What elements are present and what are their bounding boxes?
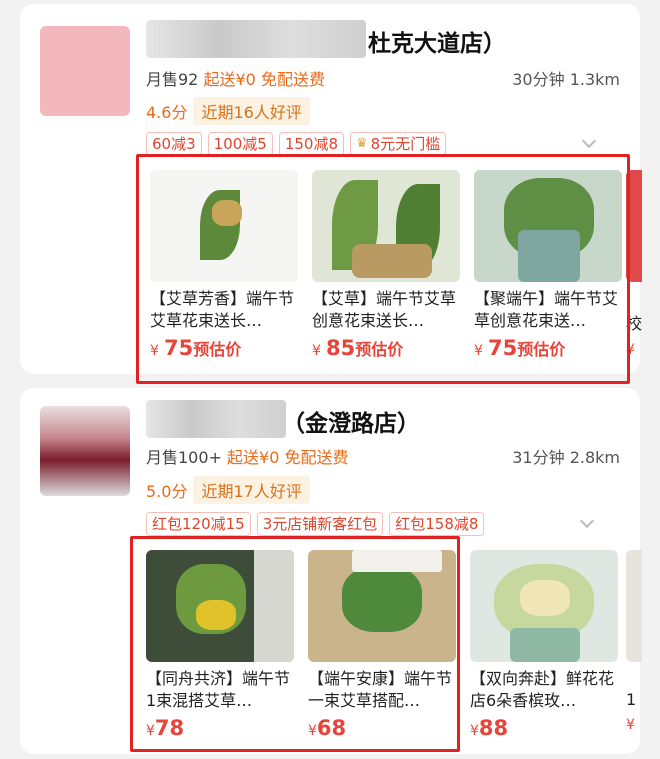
highlight-box <box>130 536 460 752</box>
store-meta: 月售92 起送¥0 免配送费 <box>146 66 325 90</box>
store-logo[interactable] <box>40 406 130 496</box>
promo-tag: 150减8 <box>278 132 345 156</box>
chevron-down-icon[interactable] <box>579 513 595 529</box>
promo-tag: 红包158减8 <box>389 512 485 536</box>
store-meta: 月售100+ 起送¥0 免配送费 <box>146 444 349 468</box>
coupon-tag: ♛ 8元无门槛 <box>350 132 447 156</box>
blurred-store-name <box>146 20 366 58</box>
promo-tag: 60减3 <box>146 132 202 156</box>
promo-tag: 3元店铺新客红包 <box>256 512 384 536</box>
monthly-sales: 月售100+ <box>146 448 222 467</box>
delivery-fee: 免配送费 <box>260 70 325 89</box>
product-image <box>470 550 618 662</box>
delivery-fee: 免配送费 <box>284 448 349 467</box>
promo-tags: 60减3 100减5 150减8 ♛ 8元无门槛 <box>146 132 447 156</box>
rating-score: 4.6分 <box>146 103 188 122</box>
crown-icon: ♛ <box>356 136 368 151</box>
promo-tags: 红包120减15 3元店铺新客红包 红包158减8 <box>146 512 485 536</box>
product-title: 【双向奔赴】鲜花花店6朵香槟玫… <box>470 669 615 710</box>
store-name[interactable]: （金澄路店） <box>282 404 420 438</box>
min-order: 起送¥0 <box>203 70 256 89</box>
product-price: ¥88 <box>470 716 509 740</box>
rating-score: 5.0分 <box>146 482 188 501</box>
chevron-down-icon[interactable] <box>581 133 597 149</box>
promo-tag: 100减5 <box>207 132 273 156</box>
time-distance: 30分钟 1.3km <box>512 70 620 89</box>
highlight-box <box>136 154 630 384</box>
store-logo[interactable] <box>40 26 130 116</box>
store-rating: 5.0分 近期17人好评 <box>146 476 310 504</box>
promo-tag: 红包120减15 <box>146 512 251 536</box>
min-order: 起送¥0 <box>227 448 280 467</box>
next-product-peek[interactable]: 1 ¥ <box>626 550 642 740</box>
store-name[interactable]: 杜克大道店） <box>368 24 506 58</box>
review-badge: 近期17人好评 <box>193 476 310 504</box>
product-item[interactable]: 【双向奔赴】鲜花花店6朵香槟玫… ¥88 <box>470 550 620 740</box>
monthly-sales: 月售92 <box>146 70 199 89</box>
store-rating: 4.6分 近期16人好评 <box>146 97 310 125</box>
review-badge: 近期16人好评 <box>193 97 310 125</box>
time-distance: 31分钟 2.8km <box>512 448 620 467</box>
blurred-store-name <box>146 400 286 438</box>
